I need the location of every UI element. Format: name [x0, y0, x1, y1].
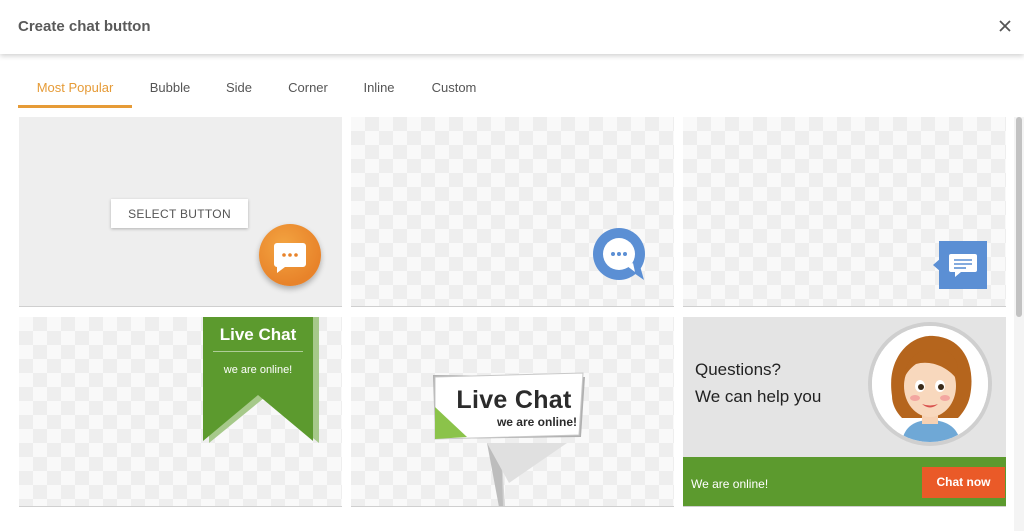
agent-avatar-icon: [872, 326, 988, 442]
chat-bubble-icon: [274, 243, 306, 273]
tab-custom[interactable]: Custom: [424, 70, 484, 108]
chat-now-button[interactable]: Chat now: [922, 467, 1005, 498]
card-line1: Questions?: [695, 360, 781, 379]
orange-chat-bubble: [259, 224, 321, 286]
online-status: We are online!: [691, 477, 769, 491]
ribbon-subtitle: we are online!: [223, 364, 293, 376]
template-tile-side-square[interactable]: [683, 117, 1006, 307]
template-grid: SELECT BUTTON Live Chat we are online! L…: [0, 117, 1024, 531]
template-tile-questions-card[interactable]: Questions? We can help you We are online…: [683, 317, 1006, 507]
close-button[interactable]: [994, 15, 1016, 37]
message-icon: [933, 241, 987, 289]
tab-bar: Most Popular Bubble Side Corner Inline C…: [0, 70, 1024, 110]
sign-subtitle: we are online!: [496, 415, 577, 429]
tab-inline[interactable]: Inline: [356, 70, 402, 108]
dialog-title: Create chat button: [18, 18, 151, 35]
ribbon-title: Live Chat: [219, 325, 297, 344]
template-tile-blue-bubble[interactable]: [351, 117, 674, 307]
ribbon-divider: [213, 351, 303, 352]
scrollbar-thumb[interactable]: [1016, 117, 1022, 317]
select-button[interactable]: SELECT BUTTON: [111, 199, 248, 228]
template-tile-ribbon[interactable]: Live Chat we are online!: [19, 317, 342, 507]
avatar: [868, 322, 992, 446]
tab-corner[interactable]: Corner: [280, 70, 336, 108]
tab-bubble[interactable]: Bubble: [140, 70, 200, 108]
template-tile-orange-bubble[interactable]: SELECT BUTTON: [19, 117, 342, 307]
card-line2: We can help you: [695, 387, 822, 406]
template-tile-sign[interactable]: Live Chat we are online!: [351, 317, 674, 507]
close-icon: [999, 20, 1011, 32]
speech-bubble-icon: [593, 228, 645, 280]
sign-title: Live Chat: [456, 386, 572, 414]
dialog-header: Create chat button: [0, 0, 1024, 54]
tab-most-popular[interactable]: Most Popular: [18, 70, 132, 108]
tab-side[interactable]: Side: [218, 70, 260, 108]
side-chat-square: [931, 239, 989, 291]
blue-chat-bubble: [591, 227, 649, 285]
